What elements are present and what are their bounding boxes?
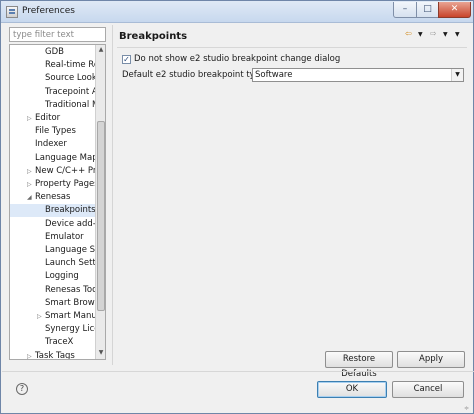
preferences-window: Preferences – □ ✕ type filter text ▷ Task…	[0, 0, 474, 414]
preferences-app-icon	[6, 6, 18, 18]
tree-scrollbar[interactable]: ▲ ▼	[95, 45, 105, 359]
tree-item[interactable]: Launch Settin	[10, 257, 95, 270]
tree-item-label: Renesas	[35, 192, 71, 203]
tree-item-label: Synergy Lice	[45, 324, 95, 335]
forward-menu-chevron-icon[interactable]: ▼	[443, 31, 448, 38]
tree-item[interactable]: File Types	[10, 125, 95, 138]
cancel-button[interactable]: Cancel	[392, 381, 464, 398]
page-nav-toolbar: ⇦ ▼ ⇨ ▼ ▼	[405, 29, 465, 41]
tree-item-label: Language Se	[45, 245, 95, 255]
collapsed-twisty-icon[interactable]: ▷	[27, 112, 32, 125]
tree-item-label: GDB	[45, 47, 64, 57]
tree-item[interactable]: Language Se	[10, 244, 95, 257]
tree-item[interactable]: Indexer	[10, 138, 95, 151]
tree-item[interactable]: Real-time Re	[10, 59, 95, 72]
tree-item[interactable]: ▷Smart Manua	[10, 310, 95, 323]
tree-item[interactable]: ◢ Renesas	[10, 191, 95, 204]
help-icon[interactable]: ?	[16, 383, 28, 395]
tree-item[interactable]: Breakpoints	[10, 204, 95, 218]
tree-item-label: Traditional M	[45, 99, 95, 110]
tree-item[interactable]: GDB	[10, 46, 95, 59]
scroll-down-arrow-icon[interactable]: ▼	[96, 348, 105, 358]
tree-item-label: Renesas Too	[45, 284, 95, 295]
tree-item-label: Real-time Re	[45, 60, 95, 71]
tree-item-label: Device add-i	[45, 218, 95, 229]
tree-item-label: Launch Settin	[45, 258, 95, 269]
tree-item[interactable]: Language Mapp	[10, 152, 95, 165]
tree-item-label: Source Looki	[45, 73, 95, 84]
tree-item[interactable]: Emulator	[10, 231, 95, 244]
tree-item-label: Indexer	[35, 139, 67, 150]
tree-item-label: Logging	[45, 271, 79, 282]
tree-item[interactable]: Synergy Lice	[10, 323, 95, 336]
minimize-button[interactable]: –	[393, 2, 417, 18]
tree-item-label: Editor	[35, 113, 61, 123]
maximize-button[interactable]: □	[416, 2, 439, 18]
tree-item[interactable]: TraceX	[10, 336, 95, 349]
breakpoint-type-label: Default e2 studio breakpoint type	[122, 70, 266, 80]
hide-change-dialog-checkbox[interactable]: ✓	[122, 55, 131, 64]
chevron-down-icon[interactable]: ▼	[451, 69, 463, 81]
close-button[interactable]: ✕	[438, 2, 471, 18]
tree-item-label: Tracepoint A	[45, 86, 95, 97]
page-title: Breakpoints	[119, 31, 188, 42]
tree-item[interactable]: ▷ Editor	[10, 112, 95, 125]
tree-item-label: Breakpoints	[45, 205, 95, 216]
collapsed-twisty-icon[interactable]: ▷	[27, 178, 32, 191]
tree-item-label: Emulator	[45, 231, 84, 242]
back-menu-chevron-icon[interactable]: ▼	[418, 31, 423, 38]
preferences-tree[interactable]: ▷Task TagsTraceXSynergy Lice▷Smart Manua…	[9, 44, 106, 360]
breakpoint-type-value: Software	[255, 70, 293, 80]
view-menu-icon[interactable]: ▼	[455, 31, 460, 38]
tree-item-label: TraceX	[45, 337, 74, 348]
scroll-thumb[interactable]	[97, 121, 105, 311]
tree-item[interactable]: ▷ Task Tags	[10, 350, 95, 360]
tree-item-label: Task Tags	[35, 350, 75, 360]
tree-item[interactable]: Logging	[10, 270, 95, 283]
tree-item-label: Language Mapp	[35, 152, 95, 163]
tree-item-label: Smart Manua	[45, 311, 95, 321]
tree-item[interactable]: Source Looki	[10, 72, 95, 85]
tree-item-label: Property Pages	[35, 179, 95, 189]
tree-item[interactable]: Renesas Too	[10, 284, 95, 297]
tree-item-label: Smart Brows	[45, 297, 95, 308]
header-separator	[117, 47, 467, 48]
expanded-twisty-icon[interactable]: ◢	[27, 191, 32, 204]
pane-divider[interactable]	[112, 25, 113, 365]
forward-arrow-icon[interactable]: ⇨	[430, 29, 437, 38]
hide-change-dialog-label[interactable]: Do not show e2 studio breakpoint change …	[134, 54, 340, 64]
breakpoint-type-select[interactable]: Software ▼	[252, 68, 464, 82]
ok-button[interactable]: OK	[317, 381, 387, 398]
title-bar[interactable]: Preferences – □ ✕	[1, 1, 473, 23]
resize-grip-icon[interactable]: ≑	[464, 405, 472, 413]
apply-button[interactable]: Apply	[397, 351, 465, 368]
collapsed-twisty-icon[interactable]: ▷	[27, 350, 32, 359]
collapsed-twisty-icon[interactable]: ▷	[27, 165, 32, 178]
tree-item[interactable]: Traditional M	[10, 99, 95, 112]
tree-item[interactable]: ▷ New C/C++ Pro	[10, 165, 95, 178]
tree-item[interactable]: Smart Brows	[10, 297, 95, 310]
filter-input[interactable]: type filter text	[9, 27, 106, 42]
tree-item[interactable]: ▷ Property Pages	[10, 178, 95, 191]
scroll-up-arrow-icon[interactable]: ▲	[96, 45, 105, 55]
footer-separator	[2, 371, 474, 372]
back-arrow-icon[interactable]: ⇦	[405, 29, 412, 38]
tree-item[interactable]: Tracepoint A	[10, 86, 95, 99]
collapsed-twisty-icon[interactable]: ▷	[37, 310, 42, 323]
restore-defaults-button[interactable]: Restore Defaults	[325, 351, 393, 379]
tree-item-label: File Types	[35, 126, 76, 137]
tree-item-label: New C/C++ Pro	[35, 165, 95, 176]
window-title: Preferences	[22, 6, 75, 16]
tree-item[interactable]: Device add-i	[10, 218, 95, 231]
